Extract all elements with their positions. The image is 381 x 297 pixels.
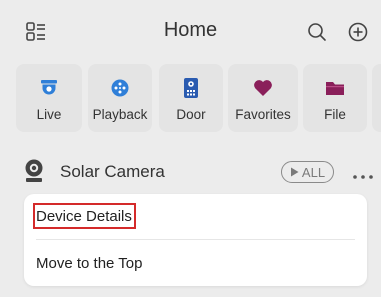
- tile-label: Favorites: [235, 107, 291, 122]
- search-icon[interactable]: [305, 20, 329, 44]
- camera-icon: [16, 76, 82, 100]
- plus-circle-icon[interactable]: [346, 20, 370, 44]
- play-icon: [290, 167, 299, 177]
- device-name: Solar Camera: [60, 162, 165, 181]
- menu-item-move-to-top[interactable]: Move to the Top: [24, 242, 367, 286]
- play-all-label: ALL: [301, 164, 326, 180]
- tile-live[interactable]: Live: [16, 64, 82, 132]
- quick-access-bar: Live Playback Door Favorites File: [0, 64, 381, 136]
- menu-item-label: Move to the Top: [36, 255, 143, 272]
- tile-favorites[interactable]: Favorites: [228, 64, 298, 132]
- home-screen: Home Live Playback Door Favorites File S…: [0, 0, 381, 297]
- play-all-button[interactable]: ALL: [281, 161, 334, 183]
- film-reel-icon: [88, 76, 152, 100]
- device-row: Solar Camera ALL: [0, 150, 381, 194]
- more-dots-icon[interactable]: [352, 168, 374, 179]
- heart-icon: [228, 76, 298, 100]
- door-intercom-icon: [159, 76, 223, 100]
- divider: [36, 239, 355, 240]
- folder-icon: [303, 76, 367, 100]
- device-options-menu: Device Details Move to the Top: [24, 194, 367, 286]
- tile-label: File: [324, 107, 346, 122]
- tile-label: Playback: [92, 107, 148, 122]
- tile-playback[interactable]: Playback: [88, 64, 152, 132]
- tile-label: Door: [176, 107, 206, 122]
- tile-file[interactable]: File: [303, 64, 367, 132]
- highlight-box: [33, 203, 136, 229]
- top-bar: Home: [0, 0, 381, 62]
- tile-label: Live: [36, 107, 62, 122]
- camera-device-icon: [22, 158, 46, 184]
- tile-partial[interactable]: [372, 64, 381, 132]
- tile-door[interactable]: Door: [159, 64, 223, 132]
